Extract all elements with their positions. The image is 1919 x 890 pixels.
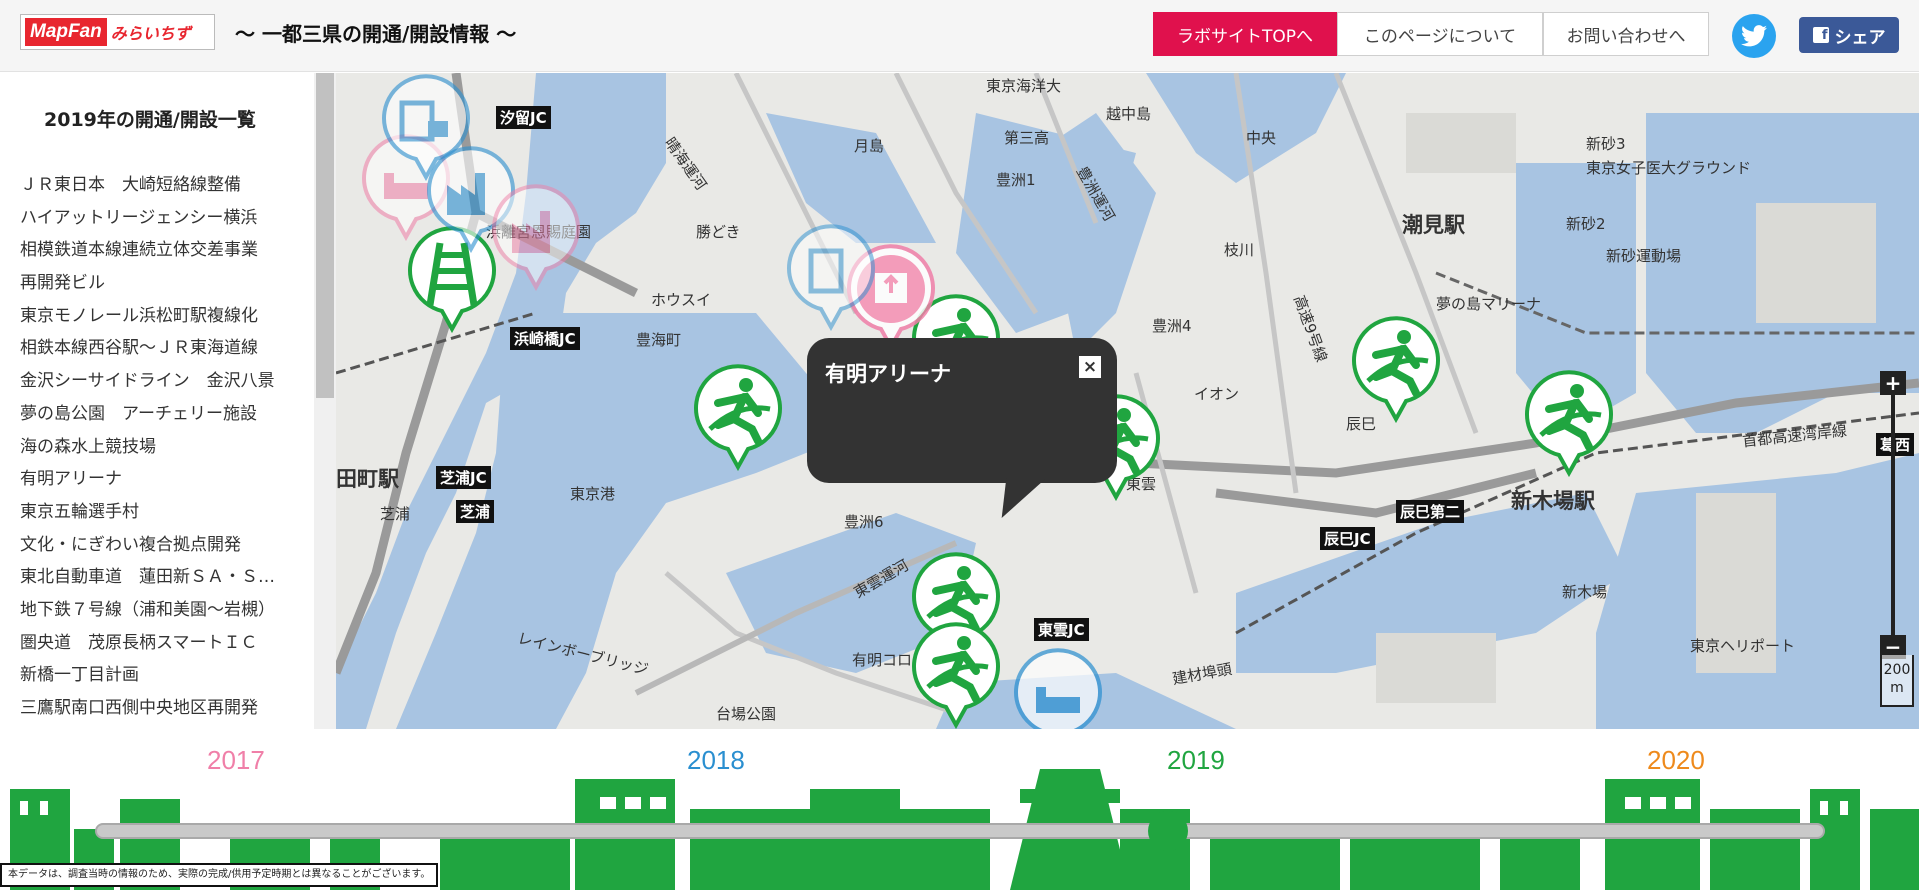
jc-label: 汐留JC: [496, 106, 551, 129]
map-label: 豊洲1: [996, 171, 1036, 189]
timeline-slider-handle[interactable]: [1147, 811, 1188, 851]
map-label: 台場公園: [716, 705, 777, 723]
logistics-pin-icon[interactable]: [376, 73, 476, 181]
data-disclaimer: 本データは、調査当時の情報のため、実際の完成/供用予定時期とは異なることがござい…: [0, 863, 438, 887]
map-label: 夢の島マリーナ: [1436, 295, 1542, 313]
logo-mapfan-text: MapFan: [25, 18, 107, 46]
map-label: 有明コロ: [852, 651, 913, 669]
station-label: 潮見駅: [1402, 213, 1465, 237]
map-label: 新砂運動場: [1606, 247, 1682, 265]
sidebar-scrollbar[interactable]: [314, 73, 336, 729]
athlete-pin-icon[interactable]: [1519, 369, 1619, 477]
about-button[interactable]: このページについて: [1337, 12, 1543, 56]
map-label: 新砂3: [1586, 135, 1626, 153]
list-item[interactable]: 相鉄本線西谷駅〜ＪＲ東海道線: [20, 332, 290, 365]
map-label: 枝川: [1224, 241, 1255, 259]
mapfan-logo[interactable]: MapFan みらいちず: [20, 14, 215, 50]
zoom-in-button[interactable]: +: [1880, 371, 1906, 395]
list-item[interactable]: 金沢シーサイドライン 金沢八景: [20, 365, 290, 398]
list-item[interactable]: 東北自動車道 蓮田新ＳＡ・ＳＩＣ: [20, 561, 290, 594]
map-label: 越中島: [1106, 105, 1152, 123]
list-item[interactable]: 文化・にぎわい複合拠点開発: [20, 529, 290, 562]
facebook-share-button[interactable]: f シェア: [1799, 17, 1899, 53]
contact-button[interactable]: お問い合わせへ: [1543, 12, 1709, 56]
jc-label: 葛西: [1876, 433, 1915, 456]
pa-label: 辰巳第二: [1396, 500, 1465, 523]
factory-pin-icon[interactable]: [486, 183, 586, 291]
map-view[interactable]: 東京海洋大 越中島 中央 第三高 月島 勝どき 浜離宮恩賜庭園 豊海町 ホウスイ…: [336, 73, 1919, 729]
list-item[interactable]: 東京モノレール浜松町駅複線化: [20, 300, 290, 333]
map-label: 東京ヘリポート: [1690, 637, 1796, 655]
timeline: 2017 2018 2019 2020 本データは、調査当時の情報のため、実際の…: [0, 729, 1919, 890]
map-label: 東京海洋大: [986, 77, 1062, 95]
list-item[interactable]: 三鷹駅南口西側中央地区再開発: [20, 692, 290, 725]
scale-label: 200 m: [1883, 662, 1911, 696]
facility-list: ＪＲ東日本 大崎短絡線整備 ハイアットリージェンシー横浜 相模鉄道本線連続立体交…: [20, 169, 290, 725]
year-label-2017[interactable]: 2017: [207, 745, 265, 776]
hotel-pin-icon[interactable]: [1008, 647, 1108, 729]
map-label: 勝どき: [696, 223, 741, 241]
sidebar: 2019年の開通/開設一覧 ＪＲ東日本 大崎短絡線整備 ハイアットリージェンシー…: [0, 73, 314, 729]
facility-popup: 有明アリーナ ×: [807, 338, 1117, 518]
zoom-rail[interactable]: [1891, 395, 1895, 635]
sidebar-scroll-thumb[interactable]: [316, 73, 334, 398]
map-label: 中央: [1246, 129, 1277, 147]
year-label-2019[interactable]: 2019: [1167, 745, 1225, 776]
list-item[interactable]: 相模鉄道本線連続立体交差事業: [20, 234, 290, 267]
map-scale: 200 m: [1880, 655, 1914, 707]
header-bar: MapFan みらいちず 〜 一都三県の開通/開設情報 〜 ラボサイトTOPへ …: [0, 0, 1919, 72]
list-item[interactable]: 新橋一丁目計画: [20, 659, 290, 692]
list-item[interactable]: 有明アリーナ: [20, 463, 290, 496]
map-label: 豊洲4: [1152, 317, 1192, 335]
map-label: 新砂2: [1566, 215, 1606, 233]
map-label: ホウスイ: [651, 291, 712, 309]
map-label: 豊洲6: [844, 513, 884, 531]
map-label: 新木場: [1562, 583, 1608, 601]
year-label-2018[interactable]: 2018: [687, 745, 745, 776]
twitter-icon: [1741, 25, 1767, 47]
timeline-slider-track[interactable]: [95, 823, 1825, 839]
list-item[interactable]: 東京五輪選手村: [20, 496, 290, 529]
page-title: 〜 一都三県の開通/開設情報 〜: [235, 22, 517, 46]
list-item[interactable]: ＪＲ東日本 大崎短絡線整備: [20, 169, 290, 202]
list-item[interactable]: ハイアットリージェンシー横浜: [20, 202, 290, 235]
list-item[interactable]: 地下鉄７号線（浦和美園〜岩槻）: [20, 594, 290, 627]
map-label: 豊海町: [636, 331, 682, 349]
athlete-pin-icon[interactable]: [688, 363, 788, 471]
twitter-share-button[interactable]: [1732, 14, 1776, 58]
map-label: 第三高: [1004, 129, 1050, 147]
map-label: 月島: [854, 137, 885, 155]
jc-label: 芝浦JC: [436, 466, 491, 489]
athlete-pin-icon[interactable]: [1346, 315, 1446, 423]
logo-mirai-text: みらいちず: [110, 24, 191, 43]
map-label: イオン: [1194, 385, 1240, 403]
list-item[interactable]: 海の森水上競技場: [20, 431, 290, 464]
labo-top-button[interactable]: ラボサイトTOPへ: [1153, 12, 1337, 56]
list-item[interactable]: 再開発ビル: [20, 267, 290, 300]
pa-label: 芝浦: [456, 500, 495, 523]
jc-label: 東雲JC: [1034, 618, 1089, 641]
facebook-icon: f: [1812, 27, 1829, 43]
sidebar-heading: 2019年の開通/開設一覧: [44, 109, 256, 131]
share-label: シェア: [1834, 27, 1886, 48]
list-item[interactable]: 夢の島公園 アーチェリー施設: [20, 398, 290, 431]
list-item[interactable]: 圏央道 茂原長柄スマートＩＣ: [20, 627, 290, 660]
close-icon[interactable]: ×: [1079, 356, 1101, 378]
year-label-2020[interactable]: 2020: [1647, 745, 1705, 776]
map-label: 東京港: [570, 485, 616, 503]
athlete-pin-icon[interactable]: [906, 621, 1006, 729]
building-pin-icon[interactable]: [781, 223, 881, 331]
popup-title: 有明アリーナ: [825, 362, 951, 386]
jc-label: 辰巳JC: [1320, 527, 1375, 550]
map-label: 芝浦: [380, 505, 411, 523]
map-label: 東京女子医大グラウンド: [1586, 159, 1752, 177]
jc-label: 浜崎橋JC: [510, 327, 580, 350]
station-label: 新木場駅: [1511, 489, 1595, 513]
station-label: 田町駅: [336, 467, 399, 491]
